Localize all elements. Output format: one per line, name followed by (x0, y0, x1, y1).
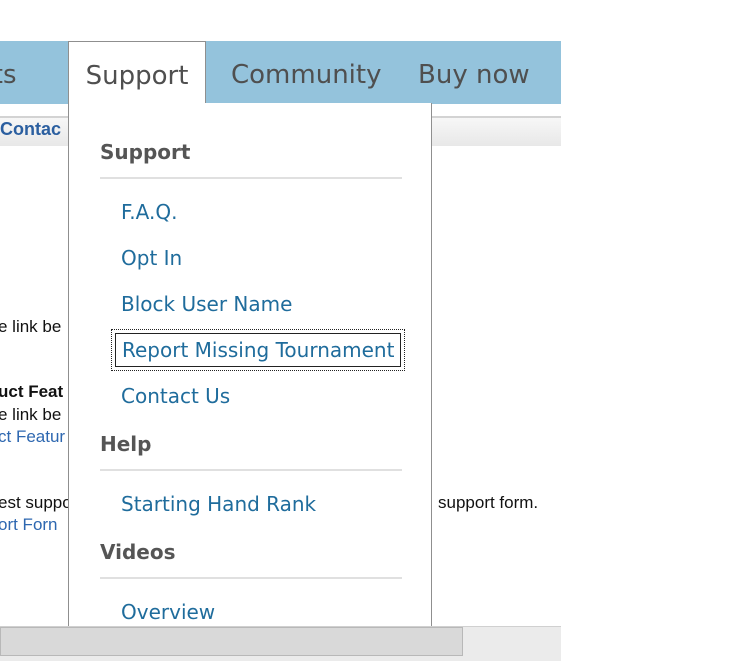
page-text-line: e link be (0, 405, 62, 424)
page-text-line: e link be (0, 317, 62, 336)
support-form-link[interactable]: ort Forn (0, 515, 58, 535)
menu-item-contact-us[interactable]: Contact Us (121, 384, 230, 408)
nav-support[interactable]: Support (68, 41, 206, 104)
menu-item-opt-in[interactable]: Opt In (121, 246, 182, 270)
nav-community[interactable]: Community (231, 41, 381, 104)
feature-link[interactable]: ct Featur (0, 427, 65, 447)
menu-item-overview[interactable]: Overview (121, 600, 215, 624)
dropdown-heading-support: Support (100, 140, 191, 164)
nav-products[interactable]: ucts (0, 41, 17, 104)
browser-viewport: ucts Support Community Buy now Contac e … (0, 0, 561, 661)
menu-item-block-user-name[interactable]: Block User Name (121, 292, 292, 316)
divider (100, 177, 402, 179)
horizontal-scrollbar-thumb[interactable] (0, 627, 463, 656)
nav-buy-now[interactable]: Buy now (418, 41, 530, 104)
feature-heading: uct Feat (0, 382, 64, 401)
dropdown-heading-help: Help (100, 432, 152, 456)
menu-item-faq[interactable]: F.A.Q. (121, 200, 177, 224)
support-dropdown-menu: Support F.A.Q. Opt In Block User Name Re… (68, 103, 432, 643)
divider (100, 469, 402, 471)
menu-item-starting-hand-rank[interactable]: Starting Hand Rank (121, 492, 316, 516)
subnav-contact-link[interactable]: Contac (0, 119, 61, 140)
dropdown-heading-videos: Videos (100, 540, 176, 564)
divider (100, 577, 402, 579)
support-form-text: support form. (438, 493, 539, 512)
page-text-line: est suppo (0, 493, 72, 512)
menu-item-report-missing-tournament[interactable]: Report Missing Tournament (110, 329, 406, 371)
